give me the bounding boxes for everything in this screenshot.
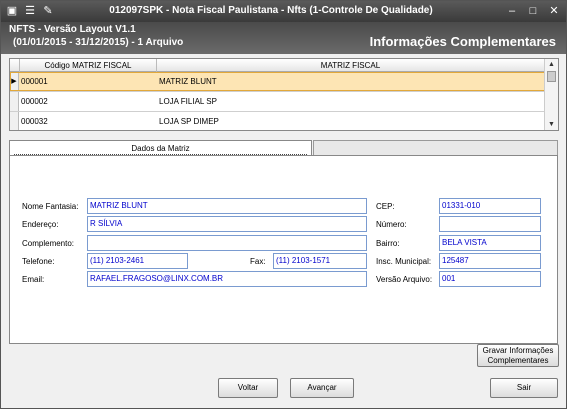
telefone-field[interactable]: (11) 2103-2461	[87, 253, 188, 269]
label-email: Email:	[22, 275, 45, 284]
avancar-button[interactable]: Avançar	[290, 378, 354, 398]
cep-field[interactable]: 01331-010	[439, 198, 541, 214]
cell-codigo[interactable]: 000002	[21, 92, 156, 112]
gravar-informacoes-button[interactable]: Gravar Informações Complementares	[477, 344, 559, 367]
label-complemento: Complemento:	[22, 239, 75, 248]
form-panel: Nome Fantasia: MATRIZ BLUNT Endereço: R …	[9, 155, 558, 344]
label-nome-fantasia: Nome Fantasia:	[22, 202, 79, 211]
cell-codigo[interactable]: 000032	[21, 112, 156, 130]
sair-button[interactable]: Sair	[490, 378, 558, 398]
window-title: 012097SPK - Nota Fiscal Paulistana - Nft…	[109, 5, 433, 16]
scroll-down-icon[interactable]: ▼	[545, 119, 558, 130]
insc-municipal-field[interactable]: 125487	[439, 253, 541, 269]
minimize-button[interactable]: –	[504, 4, 520, 18]
title-bar: ▣ ☰ ✎ 012097SPK - Nota Fiscal Paulistana…	[1, 1, 566, 22]
row-header	[10, 92, 19, 111]
close-button[interactable]: ✕	[546, 4, 562, 18]
nome-fantasia-field[interactable]: MATRIZ BLUNT	[87, 198, 367, 214]
column-header-matriz[interactable]: MATRIZ FISCAL	[157, 59, 545, 72]
grid-header: Código MATRIZ FISCAL MATRIZ FISCAL	[10, 59, 545, 72]
cell-codigo[interactable]: 000001	[21, 72, 156, 92]
section-title: Informações Complementares	[369, 34, 556, 49]
table-row[interactable]: 000002 LOJA FILIAL SP	[10, 92, 545, 112]
label-bairro: Bairro:	[376, 239, 400, 248]
scroll-thumb[interactable]	[547, 71, 556, 82]
vertical-scrollbar[interactable]: ▲ ▼	[544, 59, 558, 130]
label-endereco: Endereço:	[22, 220, 59, 229]
period-info: (01/01/2015 - 31/12/2015) - 1 Arquivo	[13, 37, 184, 48]
label-insc-municipal: Insc. Municipal:	[376, 257, 432, 266]
label-cep: CEP:	[376, 202, 395, 211]
menu-icon[interactable]: ☰	[23, 4, 37, 18]
main-window: ▣ ☰ ✎ 012097SPK - Nota Fiscal Paulistana…	[0, 0, 567, 409]
cell-matriz[interactable]: MATRIZ BLUNT	[159, 72, 539, 92]
maximize-button[interactable]: □	[525, 4, 541, 18]
layout-version: NFTS - Versão Layout V1.1	[9, 24, 136, 35]
label-fax: Fax:	[250, 257, 266, 266]
column-header-codigo[interactable]: Código MATRIZ FISCAL	[20, 59, 157, 72]
label-versao-arquivo: Versão Arquivo:	[376, 275, 433, 284]
table-row[interactable]: ▶ 000001 MATRIZ BLUNT	[10, 72, 545, 92]
cell-matriz[interactable]: LOJA FILIAL SP	[159, 92, 539, 112]
cell-matriz[interactable]: LOJA SP DIMEP	[159, 112, 539, 130]
versao-arquivo-field[interactable]: 001	[439, 271, 541, 287]
table-row[interactable]: 000032 LOJA SP DIMEP	[10, 112, 545, 130]
label-numero: Número:	[376, 220, 407, 229]
fax-field[interactable]: (11) 2103-1571	[273, 253, 367, 269]
tab-empty	[313, 140, 558, 156]
gravar-label-line2: Complementares	[487, 356, 549, 365]
email-field[interactable]: RAFAEL.FRAGOSO@LINX.COM.BR	[87, 271, 367, 287]
tools-icon[interactable]: ✎	[41, 4, 55, 18]
gravar-label-line1: Gravar Informações	[482, 346, 554, 355]
voltar-button[interactable]: Voltar	[218, 378, 278, 398]
tab-dados-matriz[interactable]: Dados da Matriz	[9, 140, 312, 156]
matriz-grid: Código MATRIZ FISCAL MATRIZ FISCAL ▶ 000…	[9, 58, 559, 131]
tab-label: Dados da Matriz	[131, 144, 190, 153]
numero-field[interactable]	[439, 216, 541, 232]
endereco-field[interactable]: R SÍLVIA	[87, 216, 367, 232]
app-icon[interactable]: ▣	[5, 4, 19, 18]
bairro-field[interactable]: BELA VISTA	[439, 235, 541, 251]
header-band: NFTS - Versão Layout V1.1 (01/01/2015 - …	[1, 22, 566, 54]
row-indicator-icon: ▶	[10, 72, 19, 91]
row-header-corner	[10, 59, 20, 72]
complemento-field[interactable]	[87, 235, 367, 251]
label-telefone: Telefone:	[22, 257, 55, 266]
row-header	[10, 112, 19, 130]
scroll-up-icon[interactable]: ▲	[545, 59, 558, 70]
